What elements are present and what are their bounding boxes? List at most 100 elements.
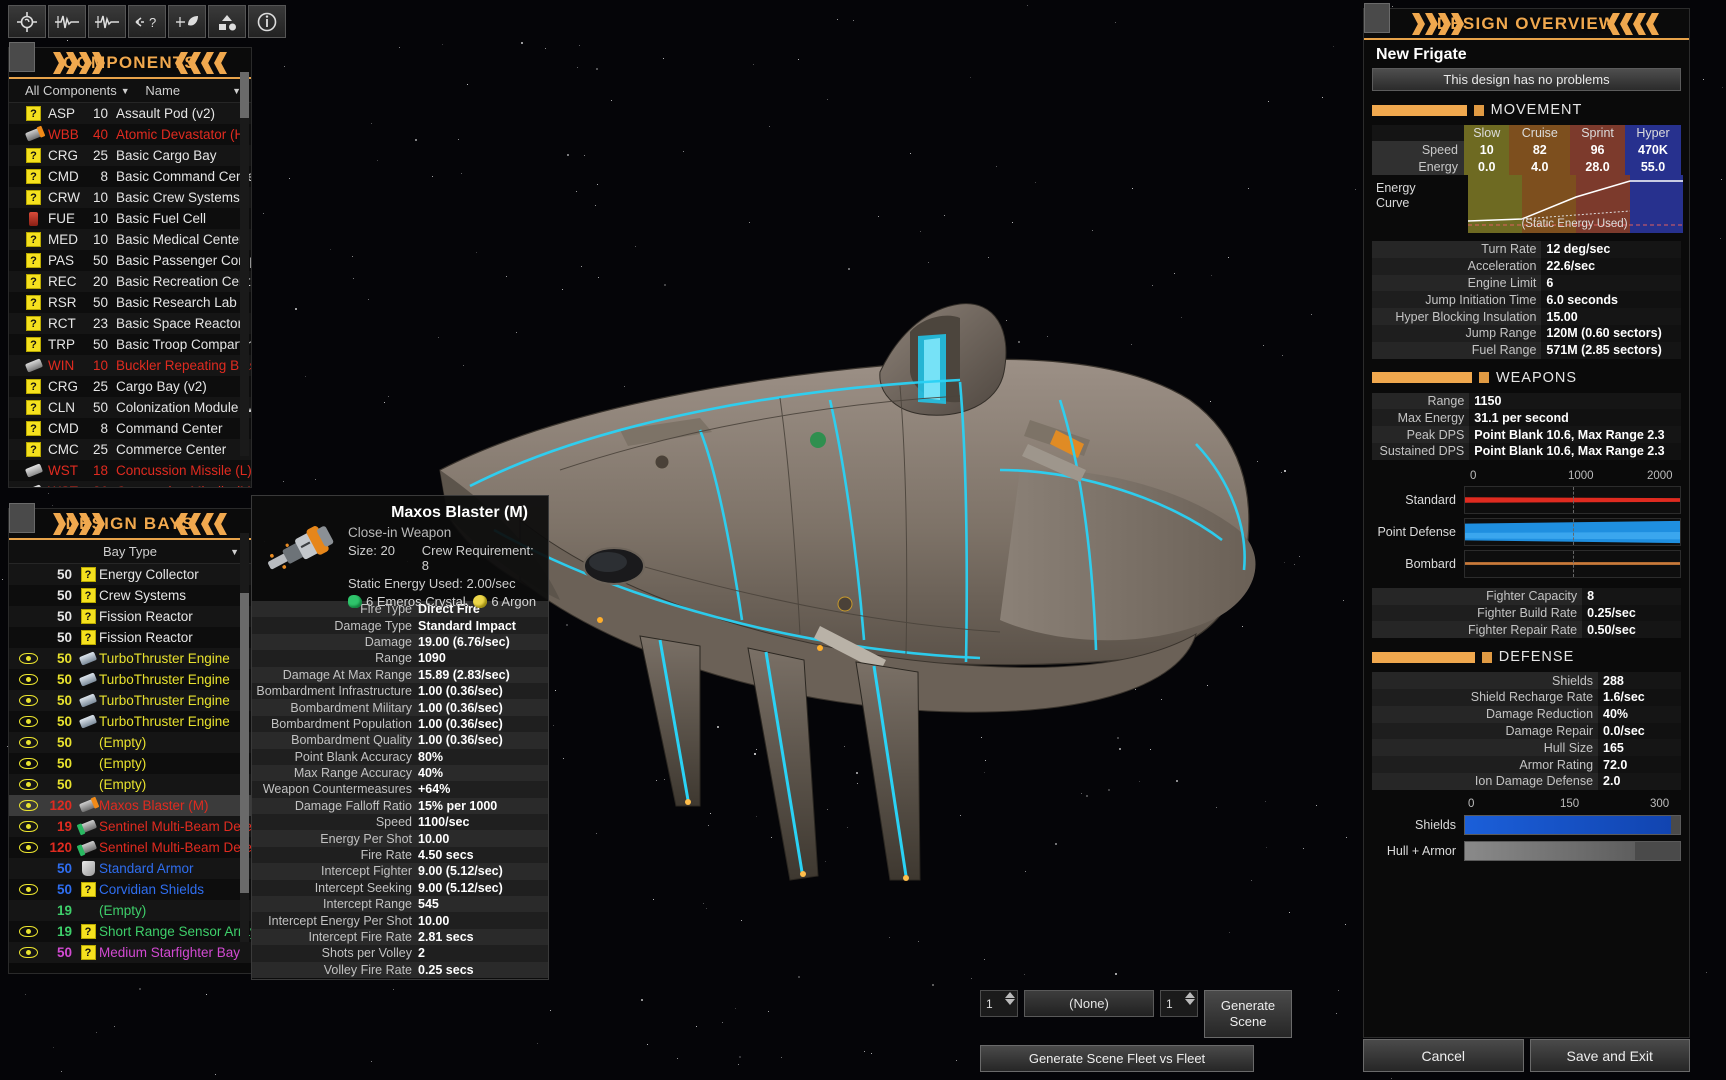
overview-corner-tab[interactable] <box>1364 3 1390 33</box>
bay-row[interactable]: 50TurboThruster Engine <box>9 711 251 732</box>
components-list[interactable]: ?ASP10Assault Pod (v2)WBB40Atomic Devast… <box>9 103 251 487</box>
component-row[interactable]: WBB40Atomic Devastator (H) <box>9 124 251 145</box>
visibility-eye-icon[interactable] <box>19 926 38 937</box>
component-row[interactable]: ?CRG25Cargo Bay (v2) <box>9 376 251 397</box>
component-row[interactable]: ?CMD8Command Center <box>9 418 251 439</box>
bays-corner-tab[interactable] <box>9 503 35 533</box>
visibility-eye-icon[interactable] <box>19 674 38 685</box>
bay-row[interactable]: 50?Crew Systems <box>9 585 251 606</box>
scene-select-dropdown[interactable]: (None) <box>1024 990 1154 1017</box>
component-name: Concussion Missile (M) <box>116 484 251 487</box>
component-row[interactable]: ?RCT23Basic Space Reactor <box>9 313 251 334</box>
top-toolbar[interactable]: ? <box>8 5 286 38</box>
visibility-eye-icon[interactable] <box>19 737 38 748</box>
tooltip-stat-value: 19.00 (6.76/sec) <box>418 635 510 649</box>
query-arrow-icon[interactable]: ? <box>128 5 166 38</box>
bay-size: 50 <box>42 567 72 582</box>
tooltip-stat-value: 80% <box>418 750 443 764</box>
component-row[interactable]: ?CLN50Colonization Module (v2) <box>9 397 251 418</box>
stat-row: Shield Recharge Rate1.6/sec <box>1372 689 1681 706</box>
bay-row[interactable]: 50?Fission Reactor <box>9 606 251 627</box>
question-icon: ? <box>26 106 41 121</box>
bay-name: Crew Systems <box>99 588 186 603</box>
component-row[interactable]: WST18Concussion Missile (L) <box>9 460 251 481</box>
visibility-eye-icon[interactable] <box>19 779 38 790</box>
fleet-count-right-input[interactable]: 1 <box>1160 990 1198 1017</box>
info-icon[interactable] <box>248 5 286 38</box>
bay-row[interactable]: 50(Empty) <box>9 774 251 795</box>
bay-row[interactable]: 19?Short Range Sensor Array <box>9 921 251 942</box>
visibility-eye-icon[interactable] <box>19 653 38 664</box>
component-row[interactable]: WIN10Buckler Repeating Blaster <box>9 355 251 376</box>
fleet-count-left-input[interactable]: 1 <box>980 990 1018 1017</box>
component-row[interactable]: ?TRP50Basic Troop Compartment <box>9 334 251 355</box>
bay-row[interactable]: 50?Medium Starfighter Bay <box>9 942 251 963</box>
component-row[interactable]: ?CMD8Basic Command Center <box>9 166 251 187</box>
component-row[interactable]: ?RSR50Basic Research Lab <box>9 292 251 313</box>
component-abbr: PAS <box>48 253 82 268</box>
question-icon: ? <box>81 609 96 624</box>
waveform2-icon[interactable] <box>88 5 126 38</box>
visibility-eye-icon[interactable] <box>19 800 38 811</box>
components-sort-label[interactable]: Name <box>145 83 180 98</box>
visibility-eye-icon[interactable] <box>19 821 38 832</box>
chevron-down-icon[interactable]: ▼ <box>121 86 130 96</box>
visibility-eye-icon[interactable] <box>19 695 38 706</box>
generate-scene-button[interactable]: Generate Scene <box>1204 990 1292 1038</box>
cancel-button[interactable]: Cancel <box>1363 1039 1524 1072</box>
shapes-icon[interactable] <box>208 5 246 38</box>
components-scrollbar[interactable] <box>240 72 249 456</box>
bay-row[interactable]: 50Standard Armor <box>9 858 251 879</box>
bay-type-header[interactable]: Bay Type ▼ <box>9 540 251 564</box>
component-row[interactable]: ?PAS50Basic Passenger Compartment <box>9 250 251 271</box>
bay-row[interactable]: 50TurboThruster Engine <box>9 690 251 711</box>
component-row[interactable]: ?CRW10Basic Crew Systems <box>9 187 251 208</box>
component-row[interactable]: ?MED10Basic Medical Center <box>9 229 251 250</box>
generate-scene-fleet-button[interactable]: Generate Scene Fleet vs Fleet <box>980 1045 1254 1072</box>
design-bays-scrollbar[interactable] <box>240 533 249 942</box>
component-row[interactable]: ?CMC25Commerce Center <box>9 439 251 460</box>
bay-row[interactable]: 50TurboThruster Engine <box>9 648 251 669</box>
component-row[interactable]: WST36Concussion Missile (M) <box>9 481 251 487</box>
visibility-eye-icon[interactable] <box>19 758 38 769</box>
bay-row[interactable]: 19(Empty) <box>9 900 251 921</box>
visibility-eye-icon[interactable] <box>19 947 38 958</box>
panel-corner-tab[interactable] <box>9 42 35 72</box>
design-bays-list[interactable]: 50?Energy Collector50?Crew Systems50?Fis… <box>9 564 251 973</box>
components-filter-label[interactable]: All Components <box>9 83 117 98</box>
tooltip-resource-2: 6 Argon <box>491 594 536 609</box>
component-size: 10 <box>82 211 108 226</box>
component-row[interactable]: ?ASP10Assault Pod (v2) <box>9 103 251 124</box>
bay-row[interactable]: 19Sentinel Multi-Beam Defense <box>9 816 251 837</box>
bay-row[interactable]: 50(Empty) <box>9 732 251 753</box>
bay-row[interactable]: 50TurboThruster Engine <box>9 669 251 690</box>
bay-row[interactable]: 50?Fission Reactor <box>9 627 251 648</box>
bay-row[interactable]: 50?Corvidian Shields <box>9 879 251 900</box>
stat-key: Fuel Range <box>1372 342 1541 359</box>
visibility-eye-icon[interactable] <box>19 842 38 853</box>
components-filter-bar[interactable]: All Components ▼ Name ▼ <box>9 79 251 103</box>
visibility-eye-icon[interactable] <box>19 884 38 895</box>
bay-row[interactable]: 120Maxos Blaster (M) <box>9 795 251 816</box>
waveform-icon[interactable] <box>48 5 86 38</box>
component-row[interactable]: ?CRG25Basic Cargo Bay <box>9 145 251 166</box>
bay-row[interactable]: 120Sentinel Multi-Beam Defense <box>9 837 251 858</box>
dps-chart: 0 1000 2000 Standard Point Defense <box>1372 470 1681 576</box>
component-row[interactable]: ?REC20Basic Recreation Center <box>9 271 251 292</box>
bay-row[interactable]: 50?Energy Collector <box>9 564 251 585</box>
visibility-eye-icon[interactable] <box>19 716 38 727</box>
bay-row[interactable]: 50(Empty) <box>9 753 251 774</box>
save-and-exit-button[interactable]: Save and Exit <box>1530 1039 1691 1072</box>
stat-row: Peak DPSPoint Blank 10.6, Max Range 2.3 <box>1372 426 1681 443</box>
leaf-icon[interactable] <box>168 5 206 38</box>
stepper-arrows-right-icon[interactable] <box>1185 992 1195 1005</box>
component-size: 18 <box>82 463 108 478</box>
chevron-down-icon[interactable]: ▼ <box>230 547 239 557</box>
question-icon: ? <box>81 630 96 645</box>
question-icon: ? <box>26 400 41 415</box>
component-size: 20 <box>82 274 108 289</box>
target-icon[interactable] <box>8 5 46 38</box>
stepper-arrows-left-icon[interactable] <box>1005 992 1015 1005</box>
component-row[interactable]: FUE10Basic Fuel Cell <box>9 208 251 229</box>
stat-key: Hull Size <box>1372 739 1598 756</box>
